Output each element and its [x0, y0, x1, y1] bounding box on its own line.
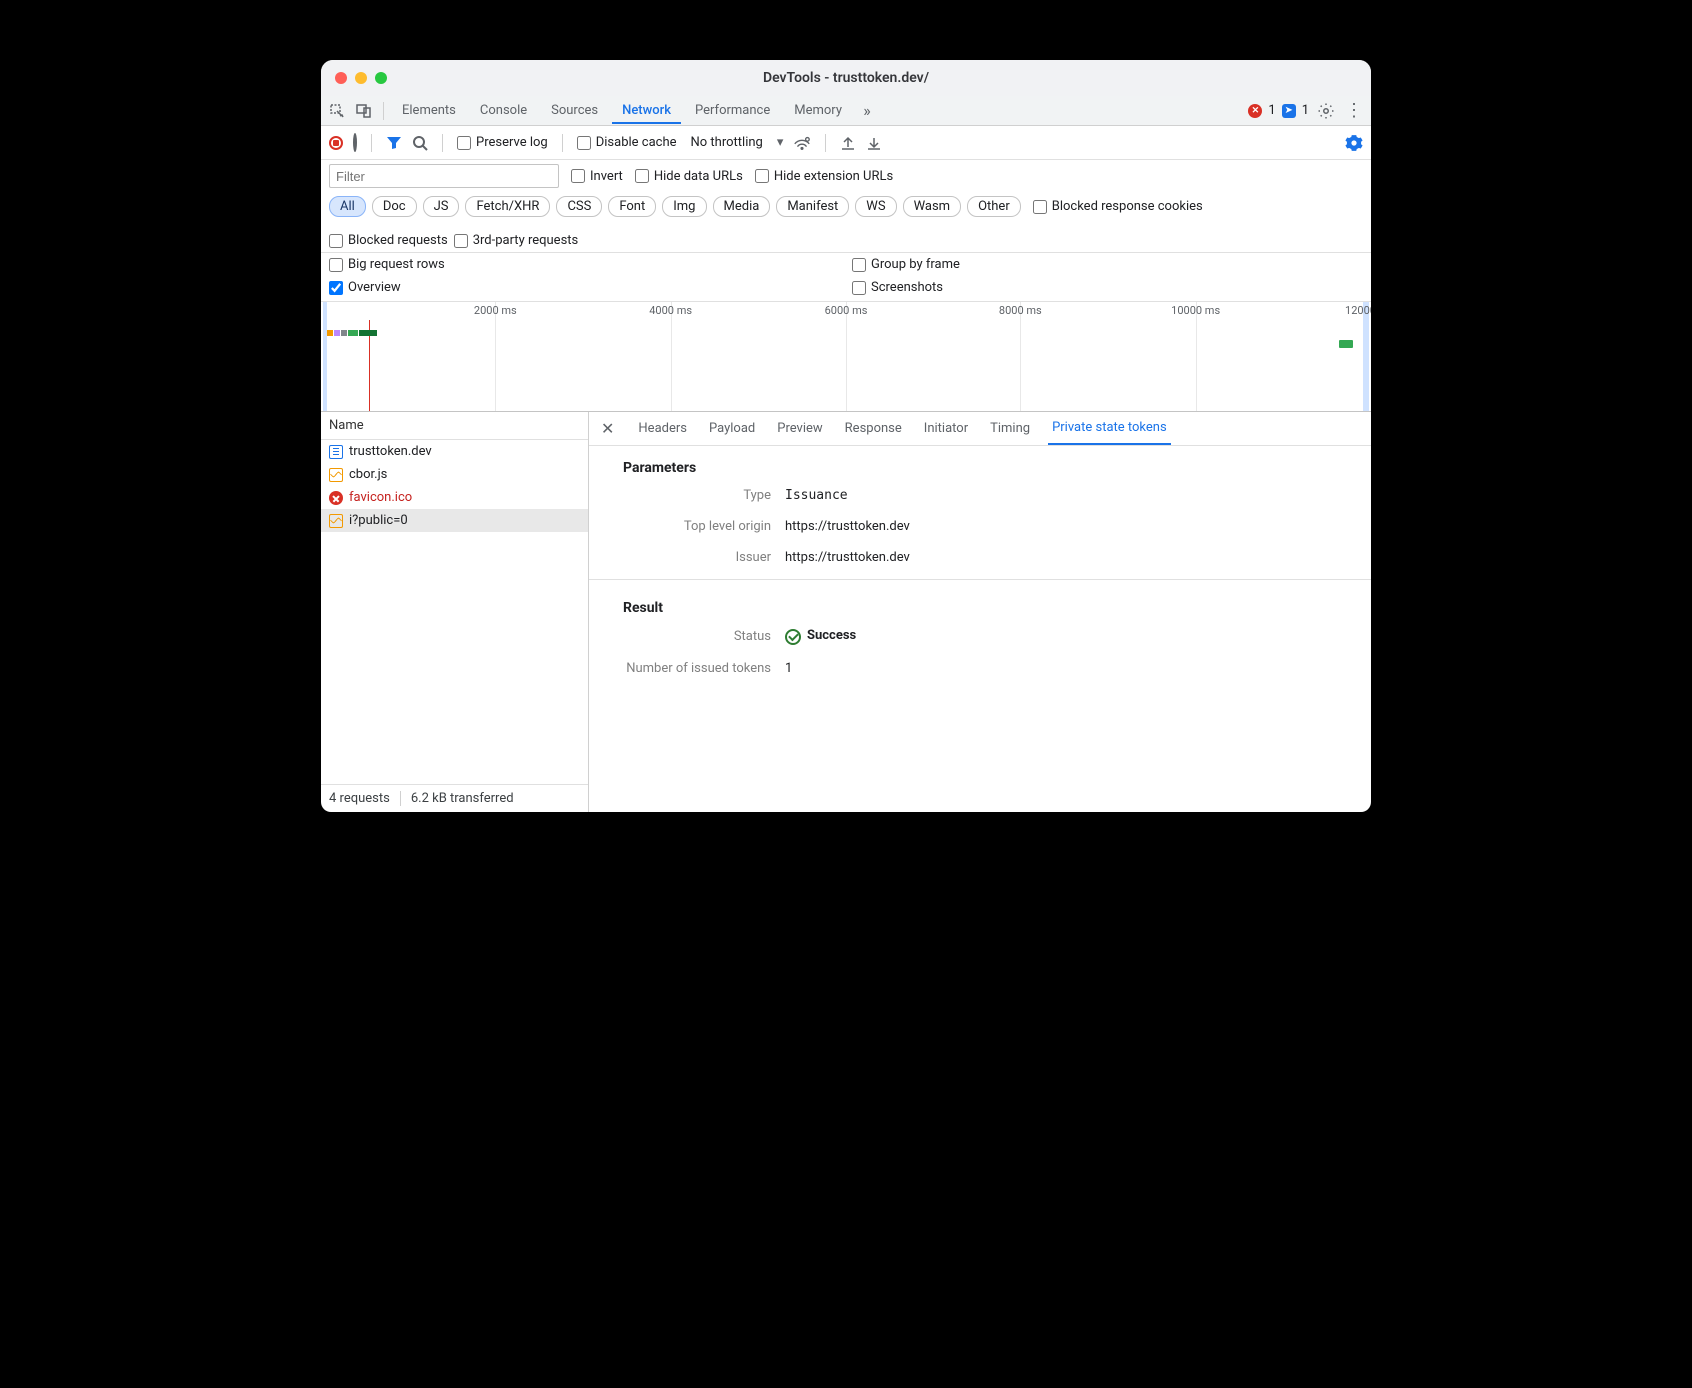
request-summary: 4 requests 6.2 kB transferred [321, 784, 588, 812]
window-title: DevTools - trusttoken.dev/ [321, 70, 1371, 86]
kebab-icon[interactable]: ⋮ [1343, 100, 1365, 121]
request-detail: ✕ Headers Payload Preview Response Initi… [589, 412, 1371, 812]
type-pill-wasm[interactable]: Wasm [903, 196, 962, 217]
upload-har-icon[interactable] [840, 135, 856, 151]
script-icon [329, 514, 343, 528]
device-toolbar-icon[interactable] [353, 103, 375, 119]
pst-type-value: Issuance [785, 488, 848, 503]
detail-tab-response[interactable]: Response [841, 413, 906, 444]
type-pill-css[interactable]: CSS [556, 196, 602, 217]
pst-tokens-value: 1 [785, 661, 792, 676]
type-pill-all[interactable]: All [329, 196, 366, 217]
view-options: Big request rows Overview Group by frame… [321, 253, 1371, 302]
download-har-icon[interactable] [866, 135, 882, 151]
tab-network[interactable]: Network [612, 98, 681, 124]
timeline-overview[interactable]: 2000 ms 4000 ms 6000 ms 8000 ms 10000 ms… [321, 302, 1371, 412]
type-pill-fetch[interactable]: Fetch/XHR [465, 196, 550, 217]
document-icon [329, 445, 343, 459]
blocked-cookies-checkbox[interactable]: Blocked response cookies [1033, 199, 1203, 214]
error-count[interactable]: ✕1 [1248, 103, 1275, 118]
detail-tab-headers[interactable]: Headers [634, 413, 691, 444]
tab-sources[interactable]: Sources [541, 98, 608, 123]
throttling-caret-icon[interactable]: ▾ [777, 135, 784, 150]
tab-performance[interactable]: Performance [685, 98, 780, 123]
type-pill-doc[interactable]: Doc [372, 196, 417, 217]
request-list: Name trusttoken.dev cbor.js favicon.ico … [321, 412, 589, 812]
screenshots-checkbox[interactable]: Screenshots [852, 280, 1363, 295]
main-toolbar: Elements Console Sources Network Perform… [321, 96, 1371, 126]
pst-issuer-value: https://trusttoken.dev [785, 550, 910, 565]
blocked-requests-checkbox[interactable]: Blocked requests [329, 233, 448, 248]
result-heading: Result [589, 586, 1371, 620]
content-area: Name trusttoken.dev cbor.js favicon.ico … [321, 412, 1371, 812]
detail-tabs: ✕ Headers Payload Preview Response Initi… [589, 412, 1371, 446]
tab-memory[interactable]: Memory [784, 98, 852, 123]
type-pill-media[interactable]: Media [713, 196, 771, 217]
settings-icon[interactable] [1315, 102, 1337, 120]
type-pill-manifest[interactable]: Manifest [776, 196, 849, 217]
type-filter-row: All Doc JS Fetch/XHR CSS Font Img Media … [321, 192, 1371, 253]
type-pill-ws[interactable]: WS [855, 196, 896, 217]
request-row[interactable]: cbor.js [321, 463, 588, 486]
detail-tab-payload[interactable]: Payload [705, 413, 759, 444]
big-rows-checkbox[interactable]: Big request rows [329, 257, 840, 272]
timeline-marker-icon [1339, 340, 1353, 348]
filter-bar: Invert Hide data URLs Hide extension URL… [321, 160, 1371, 192]
pst-origin-value: https://trusttoken.dev [785, 519, 910, 534]
success-check-icon [785, 629, 801, 645]
search-icon[interactable] [412, 135, 428, 151]
tab-console[interactable]: Console [470, 98, 537, 123]
more-tabs-icon[interactable]: » [856, 101, 878, 120]
error-icon [329, 491, 343, 505]
request-row[interactable]: trusttoken.dev [321, 440, 588, 463]
record-button[interactable] [329, 135, 343, 150]
close-detail-button[interactable]: ✕ [595, 413, 620, 444]
script-icon [329, 468, 343, 482]
titlebar: DevTools - trusttoken.dev/ [321, 60, 1371, 96]
detail-tab-initiator[interactable]: Initiator [920, 413, 972, 444]
preserve-log-checkbox[interactable]: Preserve log [457, 135, 548, 150]
overview-checkbox[interactable]: Overview [329, 280, 840, 295]
invert-checkbox[interactable]: Invert [571, 169, 623, 184]
network-toolbar: Preserve log Disable cache No throttling… [321, 126, 1371, 160]
throttling-select[interactable]: No throttling [687, 135, 767, 150]
request-row[interactable]: favicon.ico [321, 486, 588, 509]
pst-status-value: Success [785, 628, 856, 645]
request-filter-input[interactable] [329, 164, 559, 188]
hide-data-urls-checkbox[interactable]: Hide data URLs [635, 169, 743, 184]
message-count[interactable]: ➤1 [1282, 103, 1309, 118]
type-pill-img[interactable]: Img [662, 196, 706, 217]
detail-tab-timing[interactable]: Timing [986, 413, 1034, 444]
detail-tab-preview[interactable]: Preview [773, 413, 826, 444]
inspect-icon[interactable] [327, 103, 349, 119]
network-settings-icon[interactable] [1345, 134, 1363, 152]
tab-elements[interactable]: Elements [392, 98, 466, 123]
hide-extension-urls-checkbox[interactable]: Hide extension URLs [755, 169, 893, 184]
disable-cache-checkbox[interactable]: Disable cache [577, 135, 677, 150]
type-pill-font[interactable]: Font [608, 196, 656, 217]
clear-button[interactable] [353, 135, 357, 150]
name-column-header[interactable]: Name [321, 412, 588, 440]
group-frame-checkbox[interactable]: Group by frame [852, 257, 1363, 272]
type-pill-js[interactable]: JS [423, 196, 460, 217]
type-pill-other[interactable]: Other [967, 196, 1021, 217]
network-conditions-icon[interactable] [793, 135, 811, 151]
detail-tab-pst[interactable]: Private state tokens [1048, 412, 1171, 445]
filter-icon[interactable] [386, 135, 402, 151]
third-party-checkbox[interactable]: 3rd-party requests [454, 233, 579, 248]
devtools-window: DevTools - trusttoken.dev/ Elements Cons… [321, 60, 1371, 812]
request-row-selected[interactable]: i?public=0 [321, 509, 588, 532]
parameters-heading: Parameters [589, 446, 1371, 480]
